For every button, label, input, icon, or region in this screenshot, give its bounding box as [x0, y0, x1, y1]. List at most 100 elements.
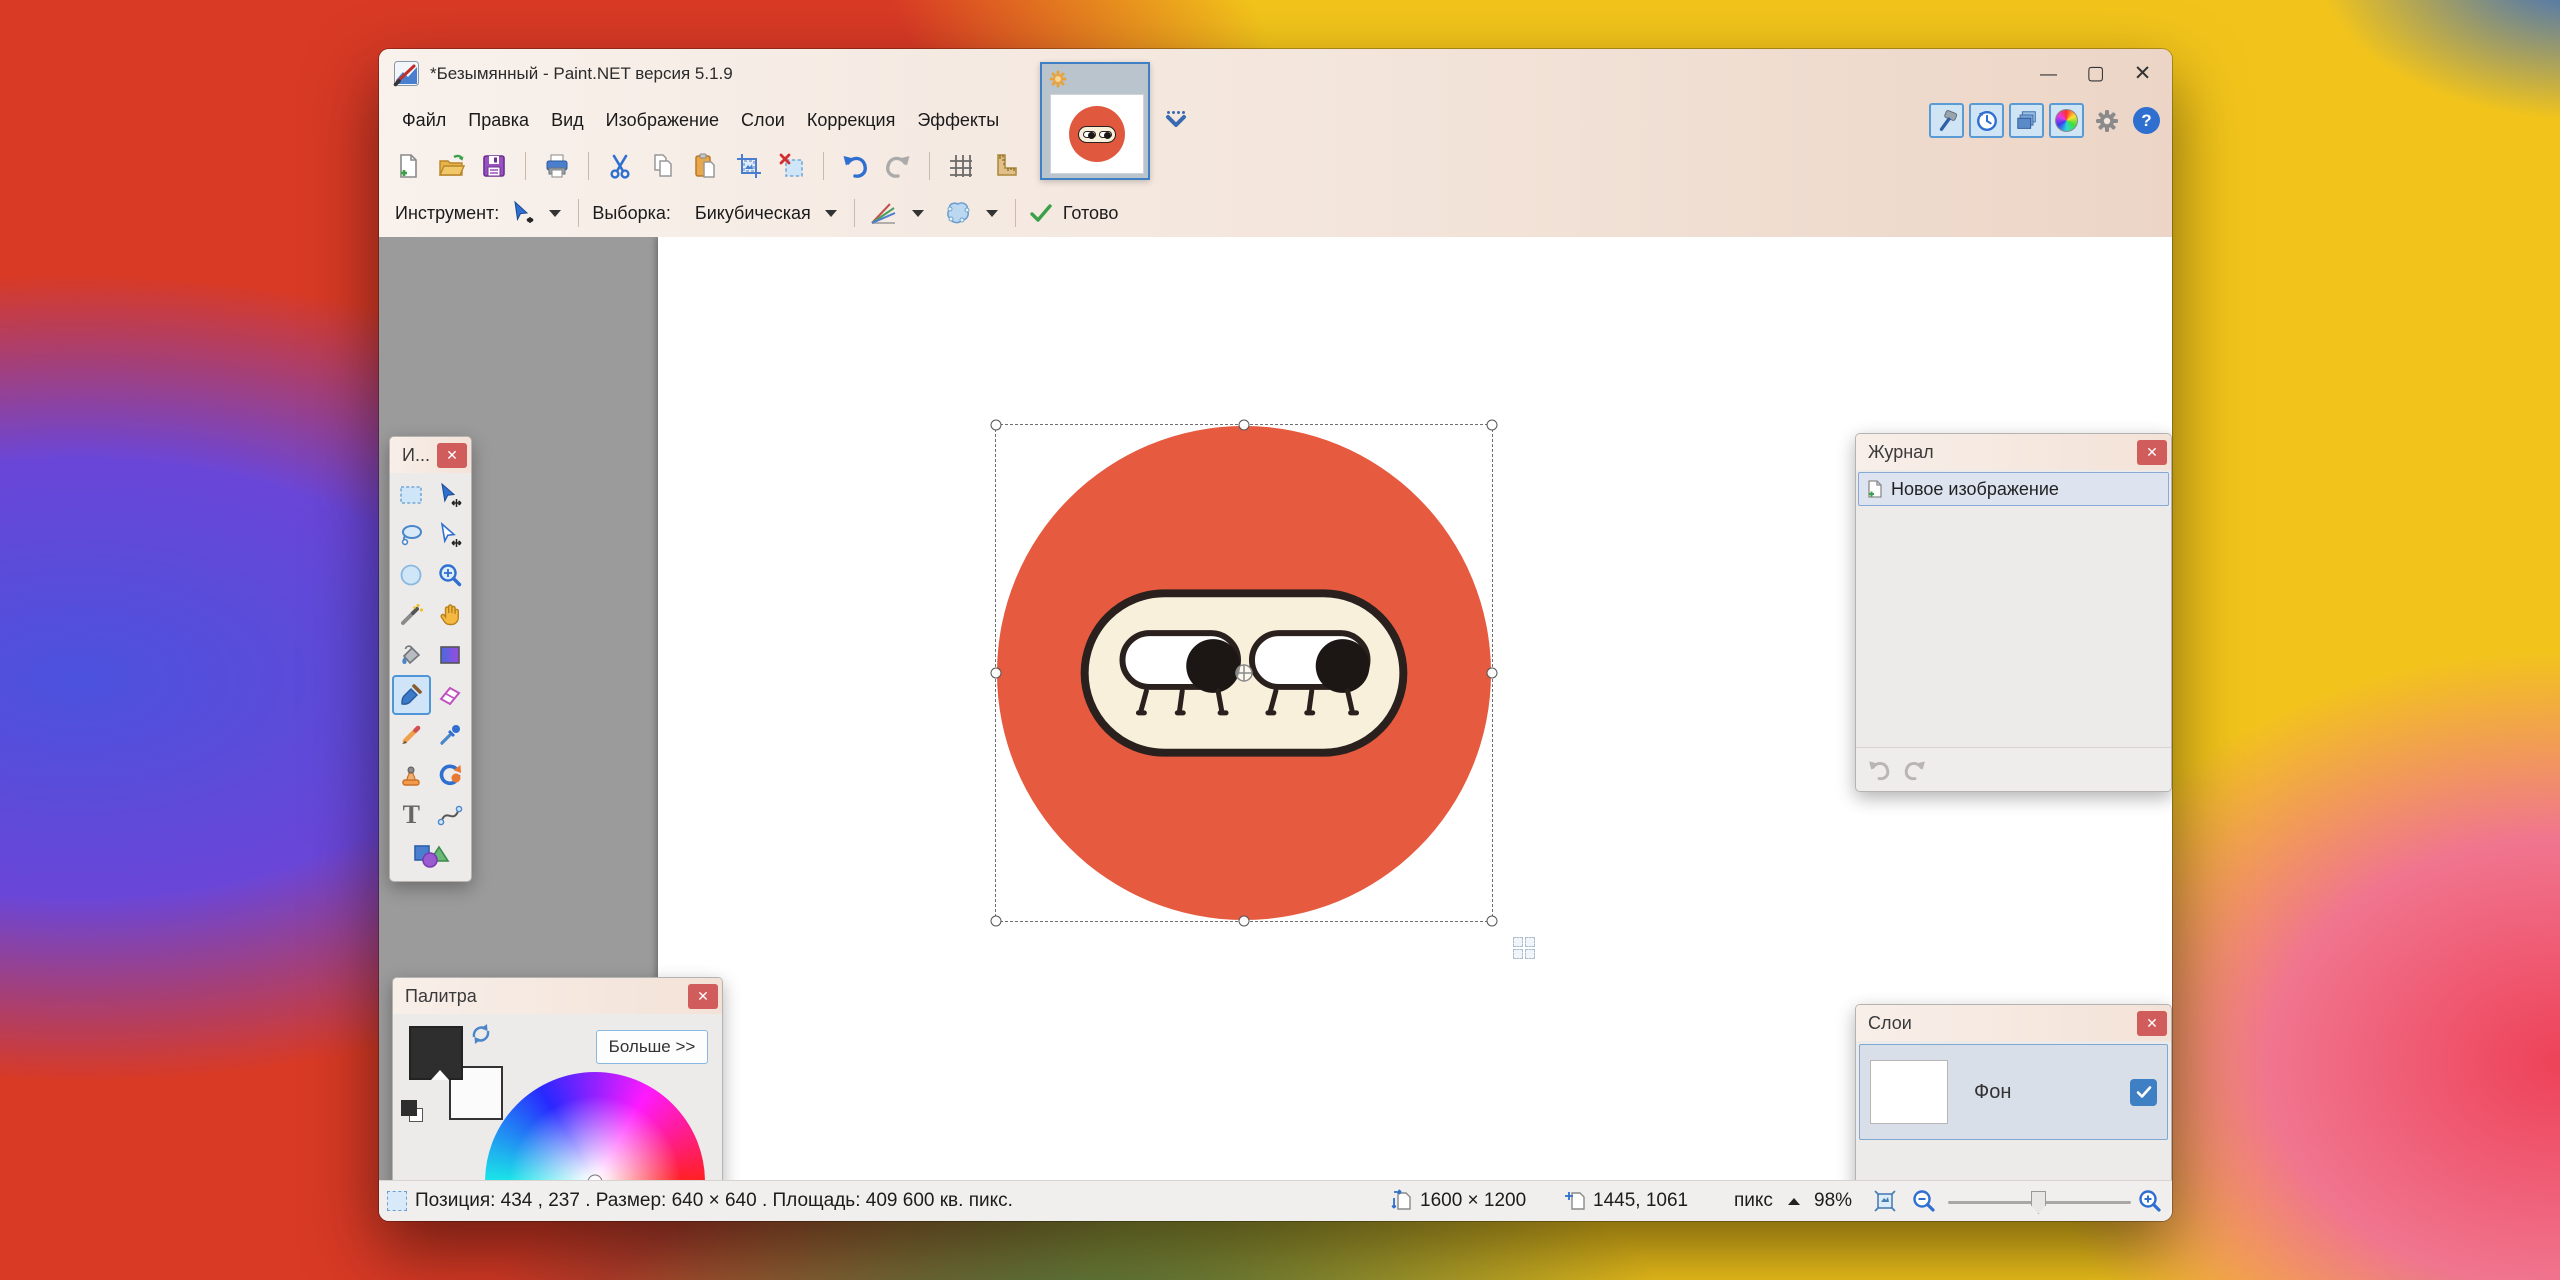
history-undo-icon[interactable] [1866, 758, 1892, 782]
tool-lasso-select[interactable] [392, 515, 431, 555]
toggle-layers-panel-button[interactable] [2009, 103, 2044, 138]
selection-handle-se[interactable] [1487, 916, 1498, 927]
tool-pencil[interactable] [392, 715, 431, 755]
history-panel-header[interactable]: Журнал ✕ [1856, 434, 2171, 470]
selection-grid-handle[interactable] [1513, 937, 1535, 959]
tool-paint-bucket[interactable] [392, 635, 431, 675]
fit-to-window-button[interactable] [1872, 1181, 1898, 1221]
deselect-button[interactable] [777, 151, 807, 181]
menu-view[interactable]: Вид [540, 103, 595, 138]
tool-move-selection[interactable] [431, 515, 470, 555]
tool-rectangle-select[interactable] [392, 475, 431, 515]
paste-button[interactable] [691, 151, 721, 181]
cursor-position-icon [1564, 1189, 1588, 1213]
maximize-button[interactable]: ▢ [2072, 57, 2119, 91]
layers-panel-header[interactable]: Слои ✕ [1856, 1005, 2171, 1041]
tool-eraser[interactable] [431, 675, 470, 715]
selection-handle-e[interactable] [1487, 668, 1498, 679]
tool-color-picker[interactable] [431, 715, 470, 755]
new-image-button[interactable] [393, 151, 423, 181]
print-button[interactable] [542, 151, 572, 181]
layers-panel-close-button[interactable]: ✕ [2137, 1011, 2167, 1036]
tools-panel-close-button[interactable]: ✕ [437, 443, 467, 468]
tool-zoom[interactable] [431, 555, 470, 595]
default-colors-icon[interactable] [401, 1100, 427, 1126]
quality-dropdown-arrow[interactable] [912, 210, 924, 217]
zoom-slider-thumb[interactable] [2031, 1191, 2046, 1214]
grid-button[interactable] [946, 151, 976, 181]
history-item[interactable]: Новое изображение [1858, 472, 2169, 506]
quality-icon[interactable] [868, 199, 898, 227]
image-list-dropdown[interactable] [1165, 111, 1187, 129]
tool-dropdown-arrow[interactable] [549, 210, 561, 217]
swap-colors-icon[interactable] [469, 1022, 493, 1046]
selection-handle-n[interactable] [1239, 420, 1250, 431]
selection-rectangle[interactable] [995, 424, 1493, 922]
menu-image[interactable]: Изображение [595, 103, 730, 138]
settings-button[interactable] [2089, 103, 2124, 138]
zoom-slider[interactable] [1948, 1201, 2131, 1204]
units-dropdown[interactable]: пикс [1734, 1181, 1800, 1221]
resampling-value[interactable]: Бикубическая [695, 203, 811, 224]
selection-handle-s[interactable] [1239, 916, 1250, 927]
open-button[interactable] [436, 151, 466, 181]
finish-check-icon[interactable] [1029, 201, 1053, 225]
selection-center-handle[interactable] [1234, 663, 1254, 683]
tool-text[interactable]: T [392, 795, 431, 835]
toggle-history-panel-button[interactable] [1969, 103, 2004, 138]
canvas-size-icon[interactable] [1391, 1189, 1415, 1213]
palette-panel-header[interactable]: Палитра ✕ [393, 978, 722, 1014]
crop-button[interactable] [734, 151, 764, 181]
selection-mode-icon[interactable] [944, 199, 972, 227]
selection-handle-nw[interactable] [991, 420, 1002, 431]
layer-row[interactable]: Фон [1859, 1044, 2168, 1140]
layer-visibility-checkbox[interactable] [2130, 1079, 2157, 1106]
tool-paintbrush[interactable] [392, 675, 431, 715]
tool-magic-wand[interactable] [392, 595, 431, 635]
close-button[interactable]: ✕ [2119, 57, 2166, 91]
selection-handle-w[interactable] [991, 668, 1002, 679]
tools-panel-header[interactable]: И... ✕ [390, 437, 471, 473]
primary-color-swatch[interactable] [409, 1026, 463, 1080]
tool-pan[interactable] [431, 595, 470, 635]
menu-file[interactable]: Файл [391, 103, 457, 138]
tool-clone-stamp[interactable] [392, 755, 431, 795]
tool-shapes[interactable] [392, 835, 469, 875]
toggle-colors-panel-button[interactable] [2049, 103, 2084, 138]
menu-effects[interactable]: Эффекты [906, 103, 1010, 138]
tool-recolor[interactable] [431, 755, 470, 795]
deselect-icon [778, 152, 806, 180]
tool-move-selected-pixels[interactable] [431, 475, 470, 515]
menu-adjustments[interactable]: Коррекция [796, 103, 907, 138]
cut-button[interactable] [605, 151, 635, 181]
color-wheel[interactable] [485, 1072, 705, 1180]
history-panel-close-button[interactable]: ✕ [2137, 440, 2167, 465]
menu-layers[interactable]: Слои [730, 103, 796, 138]
tool-gradient[interactable] [431, 635, 470, 675]
palette-panel-close-button[interactable]: ✕ [688, 984, 718, 1009]
zoom-out-button[interactable] [1911, 1181, 1937, 1221]
selection-handle-sw[interactable] [991, 916, 1002, 927]
more-colors-button[interactable]: Больше >> [596, 1030, 708, 1064]
copy-button[interactable] [648, 151, 678, 181]
ruler-button[interactable] [989, 151, 1019, 181]
menu-edit[interactable]: Правка [457, 103, 540, 138]
image-tab[interactable] [1040, 62, 1150, 180]
undo-button[interactable] [840, 151, 870, 181]
selection-info-icon [387, 1191, 407, 1211]
history-redo-icon[interactable] [1902, 758, 1928, 782]
selection-mode-dropdown-arrow[interactable] [986, 210, 998, 217]
finish-label[interactable]: Готово [1063, 203, 1119, 224]
redo-button[interactable] [883, 151, 913, 181]
tool-line-curve[interactable] [431, 795, 470, 835]
toggle-tools-panel-button[interactable] [1929, 103, 1964, 138]
move-tool-icon[interactable] [509, 200, 535, 226]
selection-handle-ne[interactable] [1487, 420, 1498, 431]
help-button[interactable]: ? [2129, 103, 2164, 138]
tool-ellipse-select[interactable] [392, 555, 431, 595]
zoom-in-button[interactable] [2137, 1181, 2163, 1221]
resampling-dropdown-arrow[interactable] [825, 210, 837, 217]
minimize-button[interactable]: — [2025, 57, 2072, 91]
save-button[interactable] [479, 151, 509, 181]
title-bar[interactable]: *Безымянный - Paint.NET версия 5.1.9 — ▢… [379, 49, 2172, 98]
